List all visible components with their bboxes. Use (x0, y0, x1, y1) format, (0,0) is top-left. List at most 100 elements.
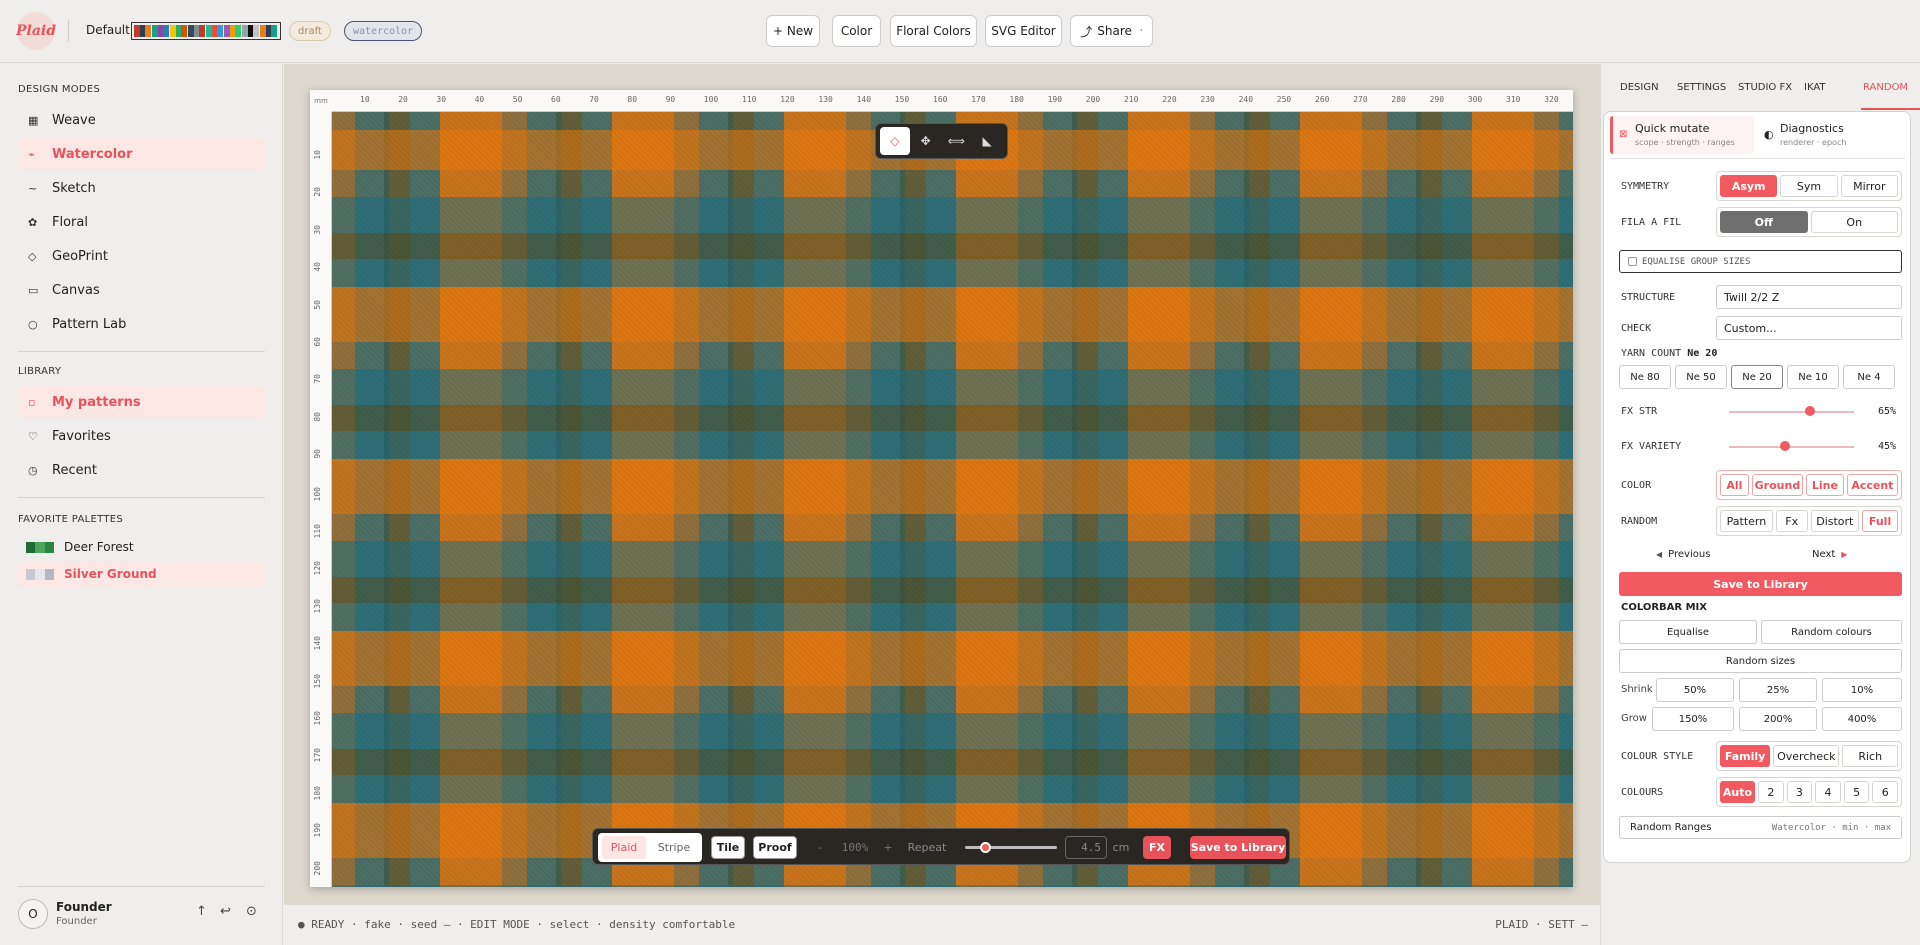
palette-deer-forest[interactable]: Deer Forest (18, 534, 265, 560)
random-pattern-button[interactable]: Pattern (1720, 510, 1773, 532)
repeat-slider-knob[interactable] (980, 842, 991, 853)
nav-recent[interactable]: ◷ Recent (18, 454, 265, 486)
style-rich-button[interactable]: Rich (1842, 745, 1898, 767)
svg-editor-button[interactable]: SVG Editor (985, 15, 1062, 47)
equalise-button[interactable]: Equalise (1619, 620, 1757, 644)
yarn-ne80[interactable]: Ne 80 (1619, 365, 1671, 389)
plaid-mode-button[interactable]: Plaid (602, 836, 646, 859)
nav-geoprint[interactable]: ◇ GeoPrint (18, 240, 265, 272)
zoom-out-button[interactable]: - (813, 836, 827, 859)
plaid-pattern-preview[interactable] (332, 112, 1573, 887)
random-sizes-button[interactable]: Random sizes (1619, 649, 1902, 673)
random-fx-button[interactable]: Fx (1775, 510, 1808, 532)
save-to-library-button[interactable]: Save to Library (1619, 572, 1902, 596)
structure-select[interactable]: Twill 2/2 Z (1716, 285, 1902, 309)
random-colours-button[interactable]: Random colours (1761, 620, 1902, 644)
yarn-ne10[interactable]: Ne 10 (1787, 365, 1839, 389)
nav-sketch[interactable]: ~ Sketch (18, 172, 265, 204)
shrink-25-button[interactable]: 25% (1739, 678, 1817, 702)
color-line-button[interactable]: Line (1806, 474, 1844, 496)
new-button[interactable]: + New (766, 15, 820, 47)
project-name[interactable]: Default (86, 23, 130, 37)
asym-button[interactable]: Asym (1720, 175, 1778, 197)
upload-icon[interactable]: ↑ (196, 904, 207, 919)
colours-2-button[interactable]: 2 (1758, 781, 1784, 803)
previous-button[interactable]: ◀ Previous (1656, 549, 1710, 560)
tab-settings[interactable]: SETTINGS (1677, 82, 1726, 93)
tab-random[interactable]: RANDOM (1863, 82, 1908, 93)
repeat-slider[interactable] (965, 842, 1057, 853)
colours-5-button[interactable]: 5 (1843, 781, 1870, 803)
tile-button[interactable]: Tile (711, 836, 745, 859)
colours-4-button[interactable]: 4 (1815, 781, 1841, 803)
nav-weave[interactable]: ▦ Weave (18, 104, 265, 136)
floral-colors-button[interactable]: Floral Colors (890, 15, 977, 47)
fx-variety-knob[interactable] (1780, 441, 1791, 451)
yarn-ne4[interactable]: Ne 4 (1843, 365, 1895, 389)
checkbox[interactable] (1628, 257, 1637, 266)
colours-3-button[interactable]: 3 (1786, 781, 1813, 803)
yarn-ne20[interactable]: Ne 20 (1731, 365, 1783, 389)
fila-off-button[interactable]: Off (1720, 211, 1808, 233)
color-button[interactable]: Color (832, 15, 881, 47)
quick-mutate-tab[interactable]: ⊠ Quick mutate scope · strength · ranges (1610, 116, 1754, 154)
fx-str-slider[interactable] (1729, 406, 1854, 416)
equalise-group-sizes-checkbox[interactable]: EQUALISE GROUP SIZES (1619, 250, 1902, 273)
move-tool-icon[interactable]: ✥ (911, 127, 941, 155)
user-profile[interactable]: O Founder Founder ↑ ↩ ⊙ (18, 896, 265, 941)
grow-400-button[interactable]: 400% (1822, 707, 1902, 731)
stripe-mode-button[interactable]: Stripe (650, 836, 698, 859)
style-family-button[interactable]: Family (1720, 745, 1771, 767)
share-button[interactable]: ⤴ Share · (1070, 15, 1153, 47)
nav-favorites[interactable]: ♡ Favorites (18, 420, 265, 452)
sym-button[interactable]: Sym (1780, 175, 1838, 197)
fx-str-label: FX STR (1621, 406, 1658, 417)
palette-swatch-strip[interactable] (131, 22, 281, 40)
palette-silver-ground[interactable]: Silver Ground (18, 561, 265, 587)
shrink-50-button[interactable]: 50% (1656, 678, 1734, 702)
nav-floral[interactable]: ✿ Floral (18, 206, 265, 238)
check-select[interactable]: Custom... (1716, 316, 1902, 340)
nav-canvas[interactable]: ▭ Canvas (18, 274, 265, 306)
colours-6-button[interactable]: 6 (1872, 781, 1898, 803)
random-full-button[interactable]: Full (1862, 510, 1898, 532)
color-ground-button[interactable]: Ground (1751, 474, 1804, 496)
watercolor-badge[interactable]: watercolor (344, 21, 423, 41)
save-to-library-button[interactable]: Save to Library (1190, 836, 1286, 859)
nav-pattern-lab[interactable]: ○ Pattern Lab (18, 308, 265, 340)
repeat-input[interactable]: 4.5 (1065, 836, 1107, 859)
undo-icon[interactable]: ↩ (220, 904, 231, 919)
tab-ikat[interactable]: IKAT (1804, 82, 1826, 93)
shrink-10-button[interactable]: 10% (1822, 678, 1902, 702)
zoom-in-button[interactable]: + (881, 836, 895, 859)
ruler-tool-icon[interactable]: ◣ (972, 127, 1002, 155)
yarn-ne50[interactable]: Ne 50 (1675, 365, 1727, 389)
avatar[interactable]: O (18, 899, 48, 929)
random-ranges-row[interactable]: Random Ranges Watercolor · min · max (1619, 816, 1902, 839)
pattern-canvas[interactable]: 10 20 30 40 50 60 70 80 90 100 110 120 130 140 150 160 1… (310, 90, 1573, 887)
nav-watercolor[interactable]: ⌁ Watercolor (18, 138, 265, 170)
proof-button[interactable]: Proof (753, 836, 797, 859)
diagnostics-tab[interactable]: ◐ Diagnostics renderer · epoch (1764, 116, 1904, 154)
grow-150-button[interactable]: 150% (1652, 707, 1734, 731)
tab-studio-fx[interactable]: STUDIO FX (1738, 82, 1792, 93)
colours-auto-button[interactable]: Auto (1720, 781, 1756, 803)
random-distort-button[interactable]: Distort (1810, 510, 1860, 532)
settings-icon[interactable]: ⊙ (246, 904, 257, 919)
fila-on-button[interactable]: On (1810, 211, 1898, 233)
measure-tool-icon[interactable]: ⟺ (942, 127, 972, 155)
app-logo[interactable]: Plaid (16, 12, 56, 50)
select-tool-icon[interactable]: ◇ (880, 127, 910, 155)
yarn-count-value: Ne 20 (1687, 348, 1718, 359)
color-accent-button[interactable]: Accent (1846, 474, 1898, 496)
nav-my-patterns[interactable]: ▫ My patterns (18, 386, 265, 418)
fx-variety-slider[interactable] (1729, 441, 1854, 451)
color-all-button[interactable]: All (1720, 474, 1749, 496)
fx-button[interactable]: FX (1143, 836, 1171, 859)
mirror-button[interactable]: Mirror (1840, 175, 1898, 197)
fx-str-knob[interactable] (1805, 406, 1816, 416)
tab-design[interactable]: DESIGN (1620, 82, 1659, 93)
next-button[interactable]: Next ▶ (1812, 549, 1847, 560)
grow-200-button[interactable]: 200% (1739, 707, 1817, 731)
style-overcheck-button[interactable]: Overcheck (1773, 745, 1840, 767)
